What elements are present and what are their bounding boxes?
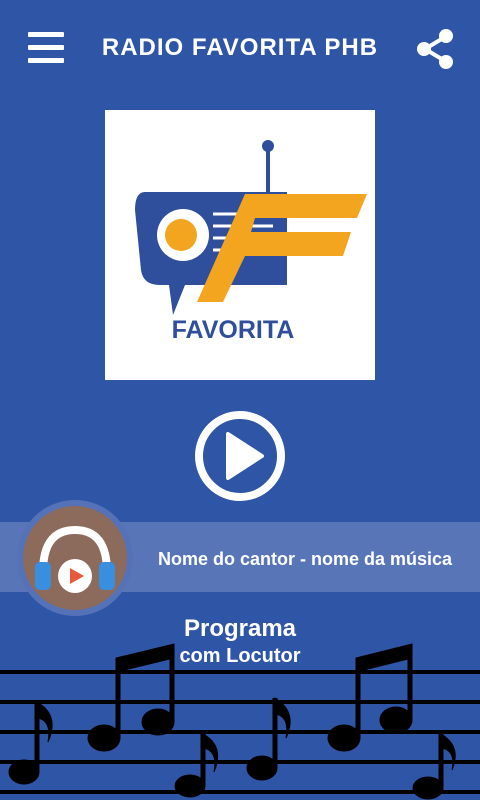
program-title: Programa <box>183 615 297 642</box>
album-art <box>17 500 133 616</box>
app-bar: RADIO FAVORITA PHB <box>0 0 480 100</box>
hamburger-menu-icon[interactable] <box>28 32 64 64</box>
station-logo: FAVORITA <box>105 110 375 380</box>
app-title: RADIO FAVORITA PHB <box>101 34 379 61</box>
play-icon[interactable] <box>193 409 287 503</box>
program-host: com Locutor <box>179 645 301 667</box>
station-logo-text: FAVORITA <box>172 316 295 344</box>
track-title: Nome do cantor - nome da música <box>157 549 453 569</box>
play-button[interactable] <box>193 409 287 503</box>
headphones-icon <box>17 500 133 616</box>
share-icon[interactable] <box>414 28 456 70</box>
